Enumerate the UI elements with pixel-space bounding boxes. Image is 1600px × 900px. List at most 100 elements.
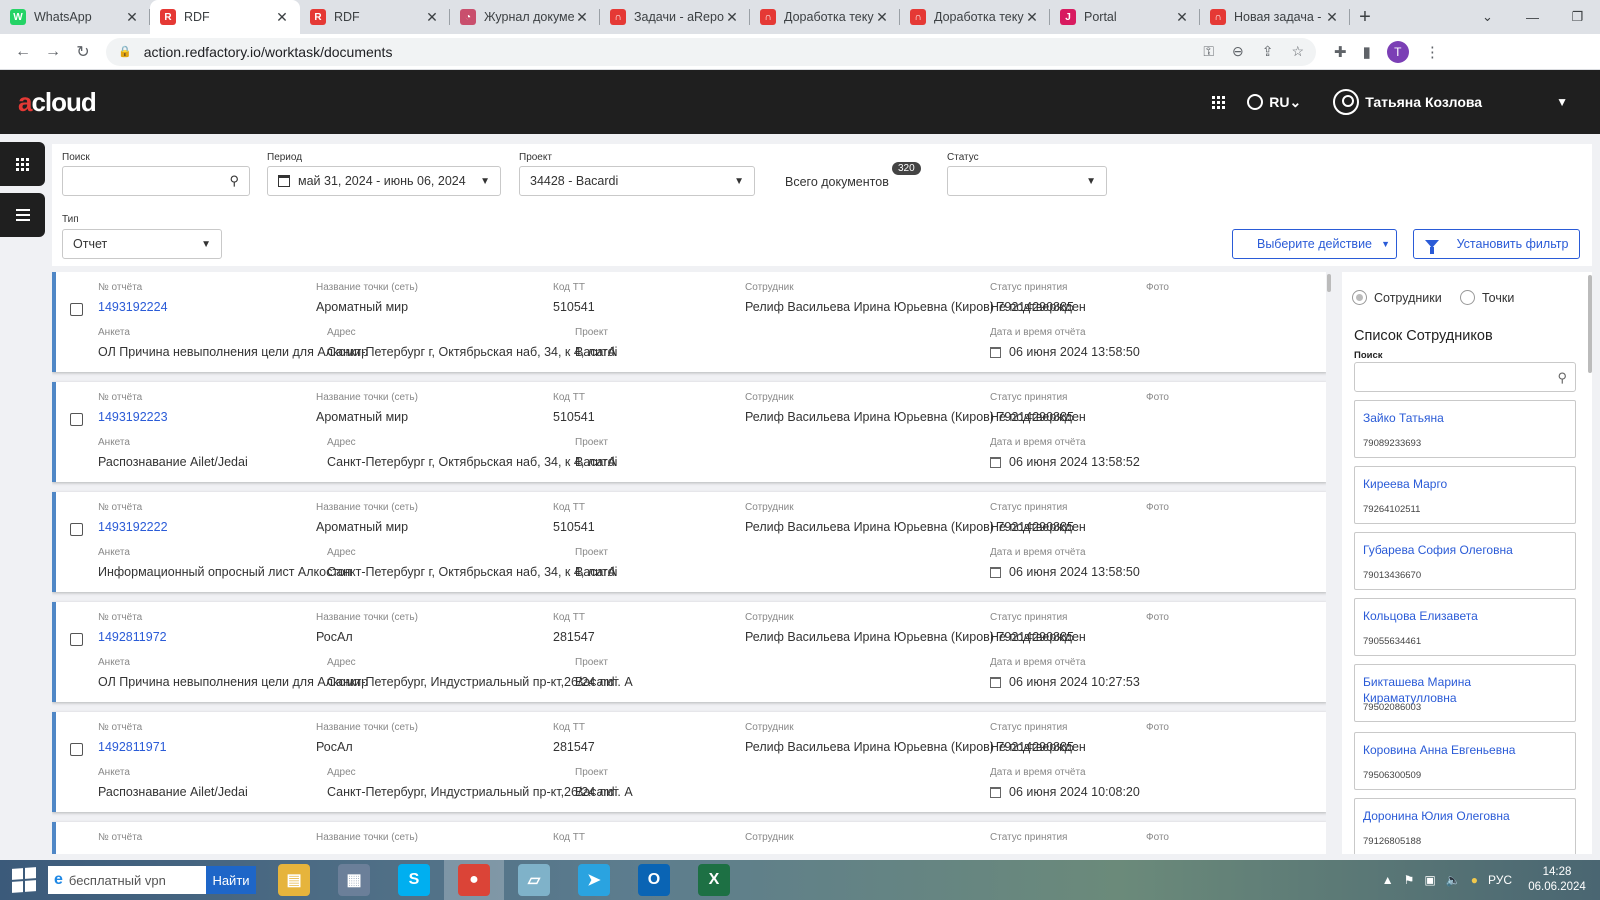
update-icon[interactable]: ● xyxy=(1471,873,1478,887)
report-no-link[interactable]: 1493192222 xyxy=(98,520,168,534)
url-field[interactable]: 🔒 action.redfactory.io/worktask/document… xyxy=(106,37,1316,66)
employee-card[interactable]: Зайко Татьяна 79089233693 xyxy=(1354,400,1576,458)
type-select[interactable]: Отчет ▼ xyxy=(62,229,222,259)
report-card[interactable]: № отчёта Название точки (сеть) Код ТТ Сотру… xyxy=(52,822,1327,854)
restore-button[interactable]: ❐ xyxy=(1555,0,1600,34)
forward-icon[interactable]: → xyxy=(38,43,68,61)
taskbar-search-button[interactable]: Найти xyxy=(206,866,256,894)
employee-name[interactable]: Коровина Анна Евгеньевна xyxy=(1363,742,1563,758)
tab-search-icon[interactable]: ⌄ xyxy=(1465,0,1510,34)
side-panel-icon[interactable]: ▮ xyxy=(1363,43,1371,61)
employee-name[interactable]: Зайко Татьяна xyxy=(1363,410,1563,426)
taskbar-calculator-button[interactable]: ▦ xyxy=(324,860,384,900)
volume-icon[interactable]: 🔈 xyxy=(1446,873,1461,887)
close-tab-icon[interactable]: ✕ xyxy=(724,9,740,26)
taskbar-telegram-button[interactable]: ➤ xyxy=(564,860,624,900)
bookmark-star-icon[interactable]: ☆ xyxy=(1291,43,1304,60)
key-icon[interactable]: ⚿ xyxy=(1203,43,1214,60)
report-card[interactable]: № отчёта 1493192224 Название точки (сеть) А… xyxy=(52,272,1327,372)
employee-name[interactable]: Доронина Юлия Олеговна xyxy=(1363,808,1563,824)
report-no-link[interactable]: 1492811972 xyxy=(98,630,167,644)
start-button[interactable] xyxy=(0,860,48,900)
report-no-link[interactable]: 1493192223 xyxy=(98,410,168,424)
employee-search-input[interactable]: ⚲ xyxy=(1354,362,1576,392)
list-scrollbar-track[interactable] xyxy=(1326,272,1332,854)
close-tab-icon[interactable]: ✕ xyxy=(1174,9,1190,26)
browser-tab[interactable]: ∩ Новая задача - ✕ xyxy=(1200,0,1350,34)
panel-scrollbar-thumb[interactable] xyxy=(1588,275,1592,373)
project-select[interactable]: 34428 - Bacardi ▼ xyxy=(519,166,755,196)
search-input[interactable]: ⚲ xyxy=(62,166,250,196)
employee-card[interactable]: Киреева Марго 79264102511 xyxy=(1354,466,1576,524)
employees-radio[interactable] xyxy=(1352,290,1367,305)
report-checkbox[interactable] xyxy=(70,413,83,426)
user-menu-chevron-icon[interactable]: ▼ xyxy=(1556,95,1568,109)
zoom-icon[interactable]: ⊖ xyxy=(1232,43,1244,60)
employee-name[interactable]: Кольцова Елизавета xyxy=(1363,608,1563,624)
period-picker[interactable]: май 31, 2024 - июнь 06, 2024 ▼ xyxy=(267,166,501,196)
acloud-logo[interactable]: acloud xyxy=(18,87,97,118)
new-tab-button[interactable]: + xyxy=(1350,0,1380,34)
employee-name[interactable]: Киреева Марго xyxy=(1363,476,1563,492)
language-selector[interactable]: RU⌄ xyxy=(1269,94,1301,111)
share-icon[interactable]: ⇪ xyxy=(1262,43,1274,60)
close-tab-icon[interactable]: ✕ xyxy=(1324,9,1340,26)
report-checkbox[interactable] xyxy=(70,523,83,536)
close-tab-icon[interactable]: ✕ xyxy=(124,9,140,26)
tray-arrow-icon[interactable]: ▲ xyxy=(1382,873,1394,887)
menu-side-button[interactable] xyxy=(0,193,45,237)
browser-menu-icon[interactable]: ⋮ xyxy=(1425,43,1440,61)
reload-icon[interactable]: ↻ xyxy=(68,42,98,62)
points-radio[interactable] xyxy=(1460,290,1475,305)
status-select[interactable]: ▼ xyxy=(947,166,1107,196)
close-tab-icon[interactable]: ✕ xyxy=(424,9,440,26)
taskbar-skype-button[interactable]: S xyxy=(384,860,444,900)
taskbar-excel-button[interactable]: X xyxy=(684,860,744,900)
close-tab-icon[interactable]: ✕ xyxy=(274,9,290,26)
profile-avatar[interactable]: T xyxy=(1386,40,1409,63)
employee-card[interactable]: Кольцова Елизавета 79055634461 xyxy=(1354,598,1576,656)
flag-icon[interactable]: ⚑ xyxy=(1404,873,1415,887)
taskbar-chrome-button[interactable]: ● xyxy=(444,860,504,900)
browser-tab[interactable]: J Portal ✕ xyxy=(1050,0,1200,34)
report-card[interactable]: № отчёта 1492811972 Название точки (сеть) Р… xyxy=(52,602,1327,702)
list-scrollbar-thumb[interactable] xyxy=(1327,274,1331,292)
apps-side-button[interactable] xyxy=(0,142,45,186)
browser-tab[interactable]: ◔ Журнал докуме ✕ xyxy=(450,0,600,34)
taskbar-outlook-button[interactable]: O xyxy=(624,860,684,900)
browser-tab[interactable]: R RDF ✕ xyxy=(300,0,450,34)
apps-grid-icon[interactable] xyxy=(1212,95,1226,109)
close-tab-icon[interactable]: ✕ xyxy=(874,9,890,26)
employee-card[interactable]: Доронина Юлия Олеговна 79126805188 xyxy=(1354,798,1576,854)
browser-tab[interactable]: ∩ Задачи - aRepo ✕ xyxy=(600,0,750,34)
choose-action-button[interactable]: Выберите действие ▼ xyxy=(1232,229,1397,259)
report-no-link[interactable]: 1493192224 xyxy=(98,300,168,314)
employee-name[interactable]: Губарева София Олеговна xyxy=(1363,542,1563,558)
report-card[interactable]: № отчёта 1493192223 Название точки (сеть) А… xyxy=(52,382,1327,482)
report-checkbox[interactable] xyxy=(70,743,83,756)
report-card[interactable]: № отчёта 1493192222 Название точки (сеть) А… xyxy=(52,492,1327,592)
browser-tab[interactable]: R RDF ✕ xyxy=(150,0,300,34)
taskbar-search-input[interactable]: e бесплатный vpn xyxy=(48,866,206,894)
close-tab-icon[interactable]: ✕ xyxy=(1024,9,1040,26)
report-card[interactable]: № отчёта 1492811971 Название точки (сеть) Р… xyxy=(52,712,1327,812)
back-icon[interactable]: ← xyxy=(8,43,38,61)
employee-card[interactable]: Губарева София Олеговна 79013436670 xyxy=(1354,532,1576,590)
browser-tab[interactable]: ∩ Доработка теку ✕ xyxy=(900,0,1050,34)
network-icon[interactable]: ▣ xyxy=(1424,873,1435,887)
report-checkbox[interactable] xyxy=(70,303,83,316)
close-tab-icon[interactable]: ✕ xyxy=(574,9,590,26)
browser-tab[interactable]: W WhatsApp ✕ xyxy=(0,0,150,34)
clock[interactable]: 14:28 06.06.2024 xyxy=(1522,865,1592,895)
browser-tab[interactable]: ∩ Доработка теку ✕ xyxy=(750,0,900,34)
employee-card[interactable]: Бикташева Марина Кираматулловна 795020860… xyxy=(1354,664,1576,722)
set-filter-button[interactable]: Установить фильтр xyxy=(1413,229,1580,259)
taskbar-explorer-button[interactable]: ▤ xyxy=(264,860,324,900)
taskbar-notes-button[interactable]: ▱ xyxy=(504,860,564,900)
extensions-icon[interactable]: ✚ xyxy=(1334,43,1347,61)
report-checkbox[interactable] xyxy=(70,633,83,646)
report-no-link[interactable]: 1492811971 xyxy=(98,740,167,754)
minimize-button[interactable]: — xyxy=(1510,0,1555,34)
employee-card[interactable]: Коровина Анна Евгеньевна 79506300509 xyxy=(1354,732,1576,790)
input-language[interactable]: РУС xyxy=(1488,873,1512,887)
